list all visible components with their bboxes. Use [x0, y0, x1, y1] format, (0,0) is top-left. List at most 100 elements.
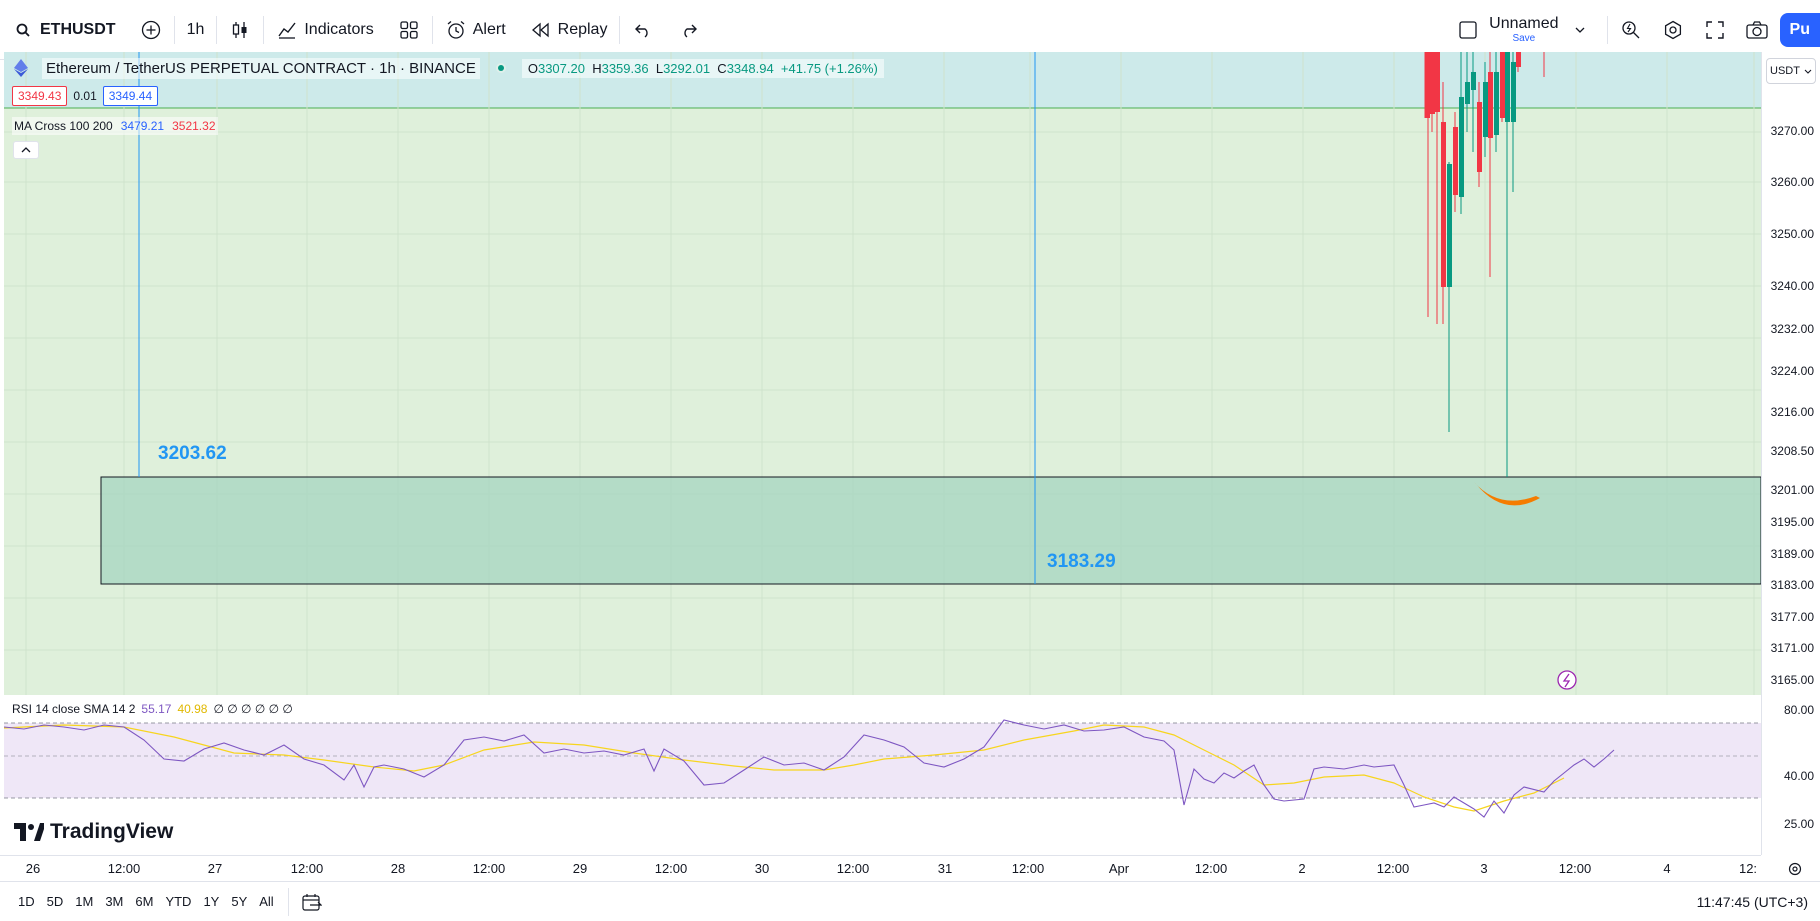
sell-button[interactable]: 3349.43 [12, 86, 68, 106]
ma-cross-legend[interactable]: MA Cross 100 200 3479.21 3521.32 [12, 117, 218, 135]
candle-body [1505, 52, 1510, 122]
rsi-band [4, 723, 1761, 798]
rsi-label: RSI 14 close SMA 14 2 [12, 702, 136, 716]
gear-icon [1662, 19, 1684, 41]
rsi-value: 55.17 [141, 702, 172, 716]
price-scale[interactable]: USDT 3270.00 3260.00 3250.00 3240.00 323… [1761, 52, 1820, 876]
fullscreen-button[interactable] [1696, 10, 1734, 50]
snapshot-button[interactable] [1738, 10, 1776, 50]
tradingview-logo-icon [14, 823, 44, 841]
time-axis[interactable]: 26 12:00 27 12:00 28 12:00 29 12:00 30 1… [0, 855, 1761, 881]
time-tick: 12:00 [1011, 861, 1045, 876]
collapse-legend-button[interactable] [13, 141, 39, 159]
rsi-tick: 80.00 [1783, 703, 1814, 717]
time-tick: 12:00 [1194, 861, 1228, 876]
redo-button[interactable] [666, 10, 712, 50]
time-tick: Apr [1108, 861, 1130, 876]
replay-label: Replay [557, 20, 608, 38]
chevron-down-icon [1569, 19, 1591, 41]
candle-body [1465, 82, 1470, 104]
price-tick: 3250.00 [1770, 227, 1814, 241]
rsi-chart-svg [4, 695, 1761, 855]
low-value: 3292.01 [663, 60, 711, 76]
price-tick: 3240.00 [1770, 279, 1814, 293]
price-tick: 3270.00 [1770, 124, 1814, 138]
rsi-legend[interactable]: RSI 14 close SMA 14 2 55.17 40.98 ∅ ∅ ∅ … [12, 702, 293, 716]
chart-legend: Ethereum / TetherUS PERPETUAL CONTRACT ·… [10, 57, 884, 79]
candle-body [1516, 52, 1521, 67]
fullscreen-icon [1704, 19, 1726, 41]
layout-name-label: Unnamed [1489, 15, 1559, 32]
indicators-icon [276, 19, 298, 41]
candle-body [1471, 72, 1476, 90]
layouts-button[interactable] [386, 10, 432, 50]
price-tick: 3165.00 [1770, 673, 1814, 687]
demand-zone-rectangle[interactable] [100, 476, 1761, 585]
candle-body [1494, 72, 1499, 135]
candle-body [1500, 52, 1505, 118]
rsi-tick: 25.00 [1783, 817, 1814, 831]
search-icon [12, 19, 34, 41]
currency-selector[interactable]: USDT [1766, 58, 1816, 84]
range-5d-button[interactable]: 5D [41, 894, 70, 909]
range-buttons: 1D 5D 1M 3M 6M YTD 1Y 5Y All [0, 894, 280, 909]
chart-type-button[interactable] [217, 10, 263, 50]
clock-timezone[interactable]: 11:47:45 (UTC+3) [1697, 894, 1808, 910]
price-tick: 3171.00 [1770, 641, 1814, 655]
candle-body [1425, 52, 1430, 118]
time-tick: 12:00 [836, 861, 870, 876]
lower-zone-price-label[interactable]: 3183.29 [1047, 551, 1116, 573]
candles-icon [229, 19, 251, 41]
range-5y-button[interactable]: 5Y [225, 894, 253, 909]
price-tick: 3232.00 [1770, 322, 1814, 336]
change-value: +41.75 (+1.26%) [780, 60, 878, 76]
candle-body [1447, 164, 1452, 287]
date-range-icon[interactable] [301, 891, 323, 913]
ma-slow-value: 3521.32 [172, 119, 216, 133]
range-1m-button[interactable]: 1M [69, 894, 99, 909]
rsi-tick: 40.00 [1783, 769, 1814, 783]
range-1d-button[interactable]: 1D [12, 894, 41, 909]
indicators-button[interactable]: Indicators [264, 10, 385, 50]
compare-button[interactable] [128, 10, 174, 50]
replay-button[interactable]: Replay [518, 10, 620, 50]
spread-value: 0.01 [73, 89, 97, 103]
range-6m-button[interactable]: 6M [129, 894, 159, 909]
scale-settings-icon[interactable] [1784, 858, 1806, 880]
main-chart-pane[interactable] [4, 52, 1761, 695]
undo-button[interactable] [620, 10, 666, 50]
time-tick: 12: [1738, 861, 1758, 876]
price-tick: 3260.00 [1770, 175, 1814, 189]
range-1y-button[interactable]: 1Y [197, 894, 225, 909]
market-open-dot-icon [490, 57, 512, 79]
chevron-down-icon [1804, 69, 1812, 74]
price-tick: 3195.00 [1770, 515, 1814, 529]
buy-button[interactable]: 3349.44 [102, 86, 159, 106]
close-value: 3348.94 [726, 60, 774, 76]
price-tick: 3216.00 [1770, 405, 1814, 419]
alert-button[interactable]: Alert [433, 10, 518, 50]
time-tick: 30 [754, 861, 770, 876]
separator [1606, 16, 1608, 44]
price-chart-svg [4, 52, 1761, 695]
time-tick: 12:00 [1558, 861, 1592, 876]
lightning-event-icon[interactable] [1557, 670, 1577, 690]
range-all-button[interactable]: All [253, 894, 279, 909]
green-background-zone [4, 108, 1761, 695]
upper-zone-price-label[interactable]: 3203.62 [158, 443, 227, 465]
rsi-pane[interactable] [4, 695, 1761, 855]
interval-button[interactable]: 1h [175, 10, 217, 50]
bottom-toolbar: 1D 5D 1M 3M 6M YTD 1Y 5Y All 11:47:45 (U… [0, 881, 1820, 921]
publish-button[interactable]: Pu [1779, 13, 1820, 47]
range-3m-button[interactable]: 3M [99, 894, 129, 909]
settings-button[interactable] [1654, 10, 1692, 50]
buy-sell-tags: 3349.43 0.01 3349.44 [12, 86, 159, 106]
symbol-title[interactable]: Ethereum / TetherUS PERPETUAL CONTRACT ·… [42, 57, 480, 79]
candle-body [1511, 62, 1516, 122]
eth-logo-icon [10, 57, 32, 79]
quick-search-button[interactable] [1612, 10, 1650, 50]
range-ytd-button[interactable]: YTD [159, 894, 197, 909]
tradingview-logo[interactable]: TradingView [14, 820, 173, 844]
symbol-search[interactable]: ETHUSDT [0, 10, 128, 50]
layout-name-button[interactable]: Unnamed Save [1445, 10, 1602, 50]
